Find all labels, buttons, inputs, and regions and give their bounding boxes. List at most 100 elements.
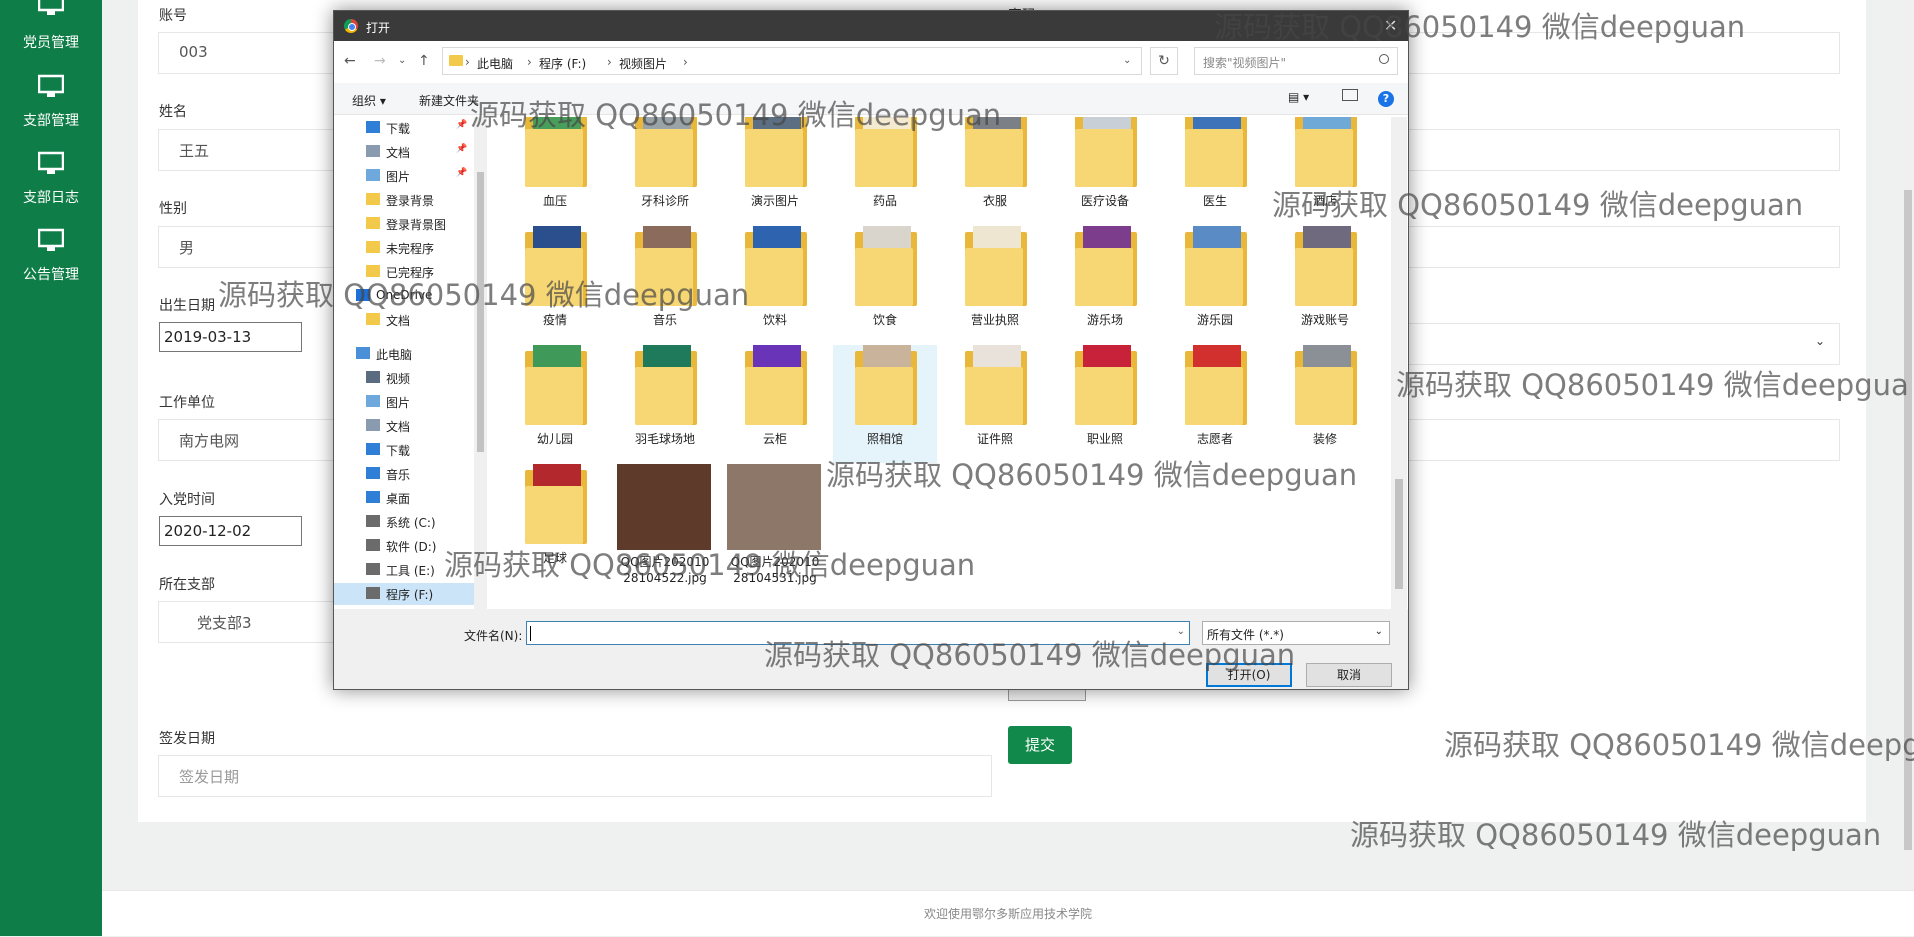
- up-arrow-icon[interactable]: ↑: [418, 53, 430, 69]
- document-icon: [366, 145, 380, 157]
- nav-item[interactable]: 下载 📌: [334, 117, 474, 139]
- scrollbar-thumb[interactable]: [1395, 479, 1403, 589]
- nav-item[interactable]: OneDrive: [334, 285, 474, 307]
- file-item[interactable]: 血压: [503, 117, 607, 225]
- file-item[interactable]: 游戏账号: [1273, 226, 1377, 344]
- download-icon: [366, 121, 380, 133]
- file-item[interactable]: 羽毛球场地: [613, 345, 717, 463]
- file-grid-scrollbar[interactable]: [1391, 117, 1407, 609]
- nav-item[interactable]: 音乐: [334, 463, 474, 485]
- file-item[interactable]: 演示图片: [723, 117, 827, 225]
- file-item[interactable]: 装修: [1273, 345, 1377, 463]
- nav-item[interactable]: 桌面: [334, 487, 474, 509]
- nav-item[interactable]: 图片: [334, 391, 474, 413]
- breadcrumb-item[interactable]: 此电脑: [477, 55, 513, 72]
- chevron-down-icon[interactable]: ⌄: [1177, 626, 1185, 637]
- file-item[interactable]: 幼儿园: [503, 345, 607, 463]
- filename-input[interactable]: ⌄: [526, 621, 1190, 645]
- file-name: 牙科诊所: [640, 194, 689, 208]
- help-icon[interactable]: ?: [1378, 91, 1394, 107]
- file-name: 药品: [872, 194, 897, 208]
- footer: 欢迎使用鄂尔多斯应用技术学院: [102, 890, 1914, 936]
- nav-item-label: 系统 (C:): [386, 516, 436, 530]
- organize-menu[interactable]: 组织 ▾: [352, 92, 386, 109]
- birth-date-input[interactable]: 2019-03-13: [159, 322, 302, 352]
- search-input[interactable]: 搜索"视频图片": [1194, 47, 1398, 75]
- file-name: QQ图片20201028104531.jpg: [730, 555, 820, 585]
- sidebar-item-branch-log[interactable]: 支部日志: [0, 149, 102, 219]
- nav-item[interactable]: 已完程序: [334, 261, 474, 283]
- dialog-bottom: 文件名(N): ⌄ 所有文件 (*.*) ⌄ 打开(O) 取消: [334, 609, 1408, 689]
- forward-arrow-icon[interactable]: →: [374, 53, 386, 69]
- close-icon[interactable]: ✕: [1384, 16, 1397, 35]
- account-label: 账号: [159, 8, 187, 24]
- nav-item[interactable]: 文档 📌: [334, 141, 474, 163]
- cancel-button[interactable]: 取消: [1306, 663, 1392, 687]
- nav-item[interactable]: 图片 📌: [334, 165, 474, 187]
- file-item[interactable]: 牙科诊所: [613, 117, 717, 225]
- file-type-select[interactable]: 所有文件 (*.*) ⌄: [1202, 621, 1390, 645]
- refresh-icon[interactable]: ↻: [1150, 47, 1178, 75]
- file-item[interactable]: 音乐: [613, 226, 717, 344]
- nav-item[interactable]: 软件 (D:): [334, 535, 474, 557]
- file-item[interactable]: 医生: [1163, 117, 1267, 225]
- file-item[interactable]: 照相馆: [833, 345, 937, 463]
- folder-icon: [965, 345, 1027, 425]
- file-item[interactable]: 疫情: [503, 226, 607, 344]
- nav-item[interactable]: 登录背景: [334, 189, 474, 211]
- file-item[interactable]: 衣服: [943, 117, 1047, 225]
- file-item[interactable]: QQ图片20201028104522.jpg: [613, 464, 717, 585]
- file-item[interactable]: 足球: [503, 464, 607, 582]
- nav-item[interactable]: 工具 (E:): [334, 559, 474, 581]
- page-scrollbar[interactable]: [1902, 0, 1914, 890]
- nav-item[interactable]: 视频: [334, 367, 474, 389]
- sidebar-item-branches[interactable]: 支部管理: [0, 72, 102, 142]
- nav-item[interactable]: 文档: [334, 415, 474, 437]
- address-bar[interactable]: › 此电脑 › 程序 (F:) › 视频图片 › ⌄: [442, 47, 1142, 75]
- file-item[interactable]: 志愿者: [1163, 345, 1267, 463]
- file-item[interactable]: 职业照: [1053, 345, 1157, 463]
- nav-item[interactable]: 文档: [334, 309, 474, 331]
- file-item[interactable]: 游乐场: [1053, 226, 1157, 344]
- file-item[interactable]: 饮料: [723, 226, 827, 344]
- file-item[interactable]: 游乐园: [1163, 226, 1267, 344]
- recent-dropdown-icon[interactable]: ⌄: [398, 55, 406, 66]
- gender-label: 性别: [159, 201, 187, 217]
- nav-item[interactable]: 程序 (F:): [334, 583, 474, 605]
- nav-item[interactable]: 登录背景图: [334, 213, 474, 235]
- breadcrumb-item[interactable]: 视频图片: [619, 55, 667, 72]
- nav-item[interactable]: 未完程序: [334, 237, 474, 259]
- open-button[interactable]: 打开(O): [1206, 663, 1292, 687]
- dialog-titlebar[interactable]: 打开 ✕: [334, 11, 1408, 41]
- file-item[interactable]: QQ图片20201028104531.jpg: [723, 464, 827, 585]
- sidebar-item-notices[interactable]: 公告管理: [0, 226, 102, 296]
- nav-item[interactable]: 此电脑: [334, 343, 474, 365]
- breadcrumb-item[interactable]: 程序 (F:): [539, 55, 586, 72]
- nav-pane-scrollbar[interactable]: [474, 117, 487, 609]
- monitor-icon: [38, 0, 64, 15]
- preview-pane-icon[interactable]: [1342, 89, 1358, 101]
- chevron-down-icon[interactable]: ⌄: [1123, 55, 1131, 66]
- sidebar-item-members[interactable]: 党员管理: [0, 0, 102, 72]
- file-item[interactable]: 云柜: [723, 345, 827, 463]
- join-date-input[interactable]: 2020-12-02: [159, 516, 302, 546]
- file-item[interactable]: 证件照: [943, 345, 1047, 463]
- issue-date-input[interactable]: 签发日期: [158, 755, 992, 797]
- nav-item[interactable]: 下载: [334, 439, 474, 461]
- new-folder-button[interactable]: 新建文件夹: [419, 92, 479, 109]
- file-item[interactable]: 酒店: [1273, 117, 1377, 225]
- back-arrow-icon[interactable]: ←: [344, 53, 356, 69]
- file-name: 证件照: [976, 432, 1013, 446]
- file-item[interactable]: 医疗设备: [1053, 117, 1157, 225]
- file-item[interactable]: 营业执照: [943, 226, 1047, 344]
- nav-item-label: 桌面: [386, 492, 411, 506]
- file-item[interactable]: 药品: [833, 117, 937, 225]
- scrollbar-thumb[interactable]: [477, 172, 484, 452]
- file-item[interactable]: 饮食: [833, 226, 937, 344]
- view-options-icon[interactable]: ▤ ▾: [1288, 90, 1309, 104]
- nav-item[interactable]: 系统 (C:): [334, 511, 474, 533]
- nav-item-label: 下载: [386, 122, 411, 136]
- submit-button[interactable]: 提交: [1008, 726, 1072, 764]
- drive-icon: [366, 563, 380, 575]
- scrollbar-thumb[interactable]: [1904, 190, 1912, 850]
